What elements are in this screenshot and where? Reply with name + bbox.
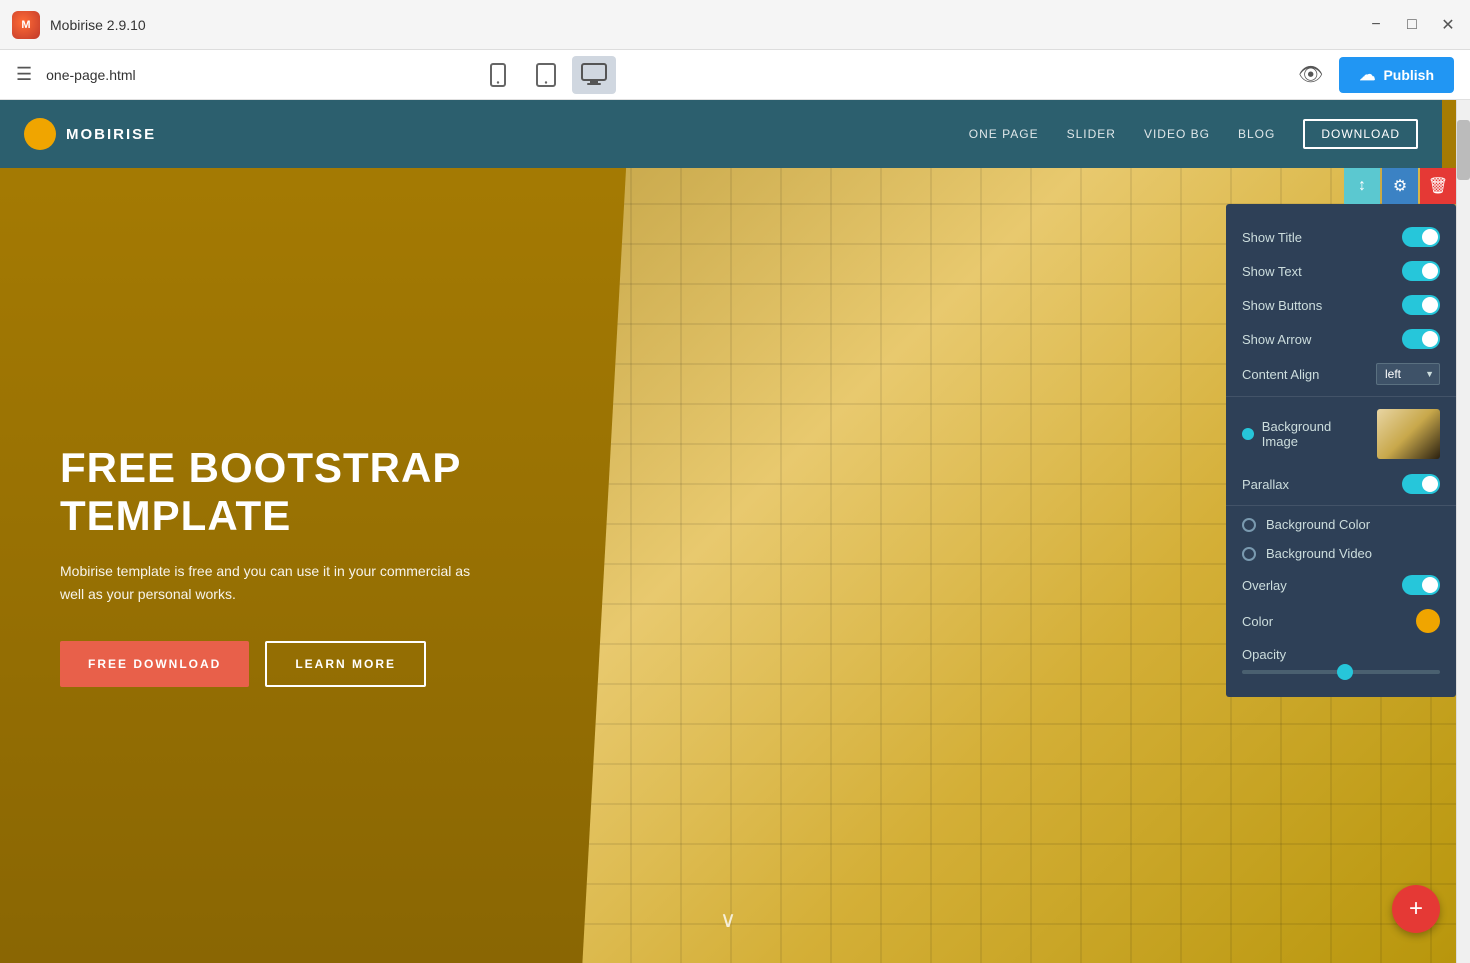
title-bar: M Mobirise 2.9.10 − □ ✕	[0, 0, 1470, 50]
divider-2	[1226, 505, 1456, 506]
overlay-row: Overlay	[1226, 568, 1456, 602]
mobile-icon[interactable]	[476, 56, 520, 94]
scrollbar-track[interactable]	[1456, 100, 1470, 963]
nav-link-videobg[interactable]: VIDEO BG	[1144, 127, 1210, 141]
color-label: Color	[1242, 614, 1416, 629]
content-align-select[interactable]: left center right	[1376, 363, 1440, 385]
trash-icon: 🗑	[1428, 176, 1448, 196]
show-buttons-row: Show Buttons	[1226, 288, 1456, 322]
background-image-row: Background Image	[1226, 401, 1456, 467]
show-text-label: Show Text	[1242, 264, 1402, 279]
window-controls: − □ ✕	[1366, 15, 1458, 35]
scrollbar-thumb[interactable]	[1457, 120, 1470, 180]
app-title: Mobirise 2.9.10	[50, 17, 146, 33]
device-icons	[476, 56, 616, 94]
parallax-label: Parallax	[1242, 477, 1402, 492]
delete-button[interactable]: 🗑	[1420, 168, 1456, 204]
nav-logo	[24, 118, 56, 150]
background-color-label: Background Color	[1266, 517, 1370, 532]
publish-button[interactable]: ☁ Publish	[1339, 57, 1454, 93]
hero-subtitle: Mobirise template is free and you can us…	[60, 560, 480, 605]
preview-nav: MOBIRISE ONE PAGE SLIDER VIDEO BG BLOG D…	[0, 100, 1442, 168]
divider-1	[1226, 396, 1456, 397]
opacity-row: Opacity	[1226, 640, 1456, 681]
section-toolbar: ↕ ⚙ 🗑	[1344, 168, 1456, 204]
opacity-slider[interactable]	[1242, 670, 1440, 674]
background-color-row: Background Color	[1226, 510, 1456, 539]
show-arrow-label: Show Arrow	[1242, 332, 1402, 347]
overlay-label: Overlay	[1242, 578, 1402, 593]
color-swatch[interactable]	[1416, 609, 1440, 633]
show-arrow-row: Show Arrow	[1226, 322, 1456, 356]
show-title-label: Show Title	[1242, 230, 1402, 245]
maximize-button[interactable]: □	[1402, 15, 1422, 35]
file-name: one-page.html	[46, 67, 136, 83]
nav-download-btn[interactable]: DOWNLOAD	[1303, 119, 1418, 149]
color-row: Color	[1226, 602, 1456, 640]
nav-link-blog[interactable]: BLOG	[1238, 127, 1275, 141]
preview-icon[interactable]: 👁	[1298, 62, 1323, 87]
move-icon: ↕	[1358, 177, 1366, 195]
settings-panel: Show Title Show Text Show Buttons Show A…	[1226, 204, 1456, 697]
desktop-icon[interactable]	[572, 56, 616, 94]
nav-link-onepage[interactable]: ONE PAGE	[969, 127, 1039, 141]
show-title-row: Show Title	[1226, 220, 1456, 254]
show-text-toggle[interactable]	[1402, 261, 1440, 281]
show-buttons-toggle[interactable]	[1402, 295, 1440, 315]
menu-bar: ☰ one-page.html 👁 ☁ Publish	[0, 50, 1470, 100]
show-title-toggle[interactable]	[1402, 227, 1440, 247]
background-video-label: Background Video	[1266, 546, 1372, 561]
close-button[interactable]: ✕	[1438, 15, 1458, 35]
hamburger-menu[interactable]: ☰	[16, 64, 32, 85]
overlay-toggle[interactable]	[1402, 575, 1440, 595]
background-color-radio[interactable]	[1242, 518, 1256, 532]
bg-indicator	[1242, 428, 1254, 440]
parallax-row: Parallax	[1226, 467, 1456, 501]
show-buttons-label: Show Buttons	[1242, 298, 1402, 313]
content-align-label: Content Align	[1242, 367, 1376, 382]
app-logo: M	[12, 11, 40, 39]
nav-link-slider[interactable]: SLIDER	[1067, 127, 1116, 141]
bg-thumb-inner	[1377, 409, 1440, 459]
nav-brand: MOBIRISE	[66, 126, 156, 143]
background-video-radio[interactable]	[1242, 547, 1256, 561]
opacity-label: Opacity	[1242, 647, 1440, 662]
nav-links: ONE PAGE SLIDER VIDEO BG BLOG DOWNLOAD	[969, 119, 1418, 149]
parallax-toggle[interactable]	[1402, 474, 1440, 494]
learn-more-button[interactable]: LEARN MORE	[265, 641, 426, 687]
publish-label: Publish	[1383, 67, 1434, 83]
tablet-icon[interactable]	[524, 56, 568, 94]
fab-button[interactable]: +	[1392, 885, 1440, 933]
preview-area: MOBIRISE ONE PAGE SLIDER VIDEO BG BLOG D…	[0, 100, 1470, 963]
free-download-button[interactable]: FREE DOWNLOAD	[60, 641, 249, 687]
hero-arrow: ∨	[720, 907, 736, 933]
cloud-icon: ☁	[1359, 65, 1375, 85]
align-select-wrap: left center right	[1376, 363, 1440, 385]
app-content: MOBIRISE ONE PAGE SLIDER VIDEO BG BLOG D…	[0, 100, 1470, 963]
minimize-button[interactable]: −	[1366, 15, 1386, 35]
fab-icon: +	[1409, 895, 1423, 923]
hero-title: FREE BOOTSTRAP TEMPLATE	[60, 444, 560, 541]
background-video-row: Background Video	[1226, 539, 1456, 568]
move-button[interactable]: ↕	[1344, 168, 1380, 204]
show-text-row: Show Text	[1226, 254, 1456, 288]
menu-bar-right: 👁 ☁ Publish	[1298, 57, 1454, 93]
content-align-row: Content Align left center right	[1226, 356, 1456, 392]
background-image-label: Background Image	[1262, 419, 1369, 449]
opacity-thumb[interactable]	[1337, 664, 1353, 680]
settings-button[interactable]: ⚙	[1382, 168, 1418, 204]
hero-buttons: FREE DOWNLOAD LEARN MORE	[60, 641, 1396, 687]
bg-thumbnail[interactable]	[1377, 409, 1440, 459]
show-arrow-toggle[interactable]	[1402, 329, 1440, 349]
gear-icon: ⚙	[1393, 176, 1407, 196]
